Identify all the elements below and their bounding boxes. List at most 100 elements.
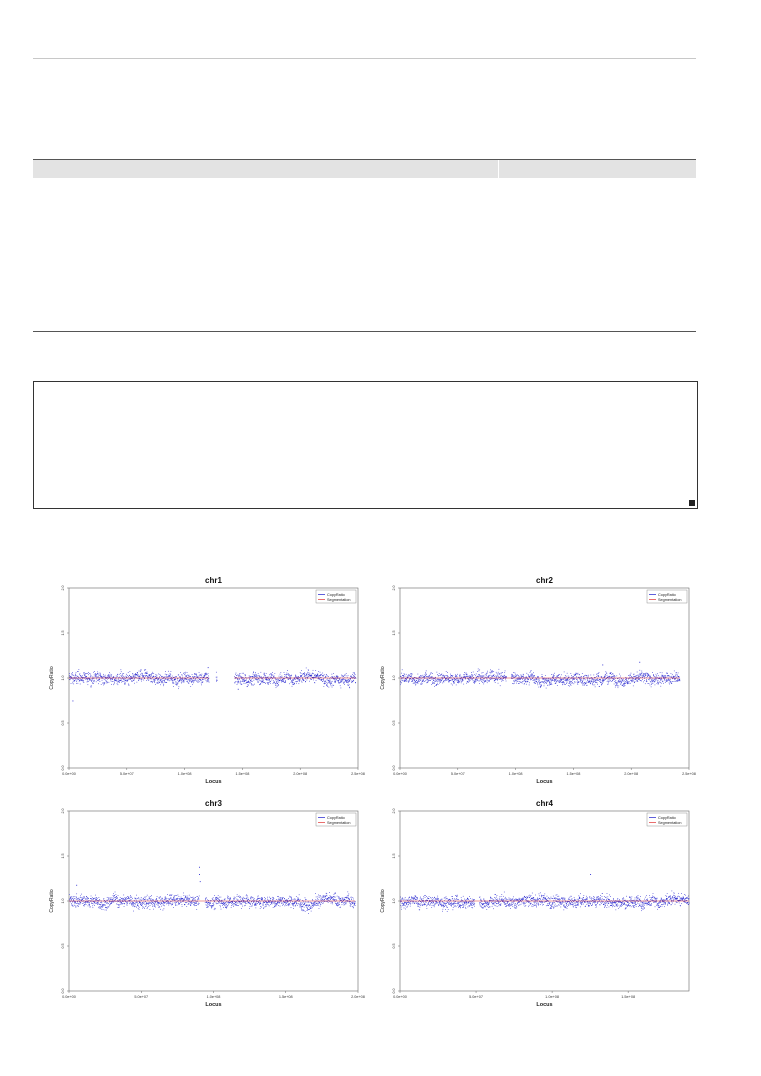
copyratio-point [434, 678, 435, 680]
copyratio-point [152, 671, 154, 673]
copyratio-point [99, 679, 101, 680]
copyratio-point [551, 684, 553, 685]
notes-textarea[interactable] [33, 381, 698, 509]
copyratio-point [290, 901, 291, 903]
copyratio-point [283, 672, 285, 673]
copyratio-point [194, 903, 196, 904]
copyratio-point [322, 897, 324, 898]
copyratio-point [191, 902, 193, 904]
copyratio-point [467, 678, 468, 680]
copyratio-point [188, 676, 189, 678]
copyratio-point [447, 679, 449, 680]
copyratio-point [278, 898, 280, 900]
copyratio-point [299, 680, 301, 682]
copyratio-point [576, 676, 578, 678]
x-tick-label: 2.5e+08 [351, 772, 365, 776]
copyratio-point [193, 898, 195, 899]
copyratio-point [652, 681, 653, 682]
copyratio-point [75, 906, 77, 908]
copyratio-point [301, 680, 303, 682]
copyratio-point [448, 678, 449, 679]
copyratio-point [594, 684, 596, 686]
copyratio-point [117, 906, 119, 908]
copyratio-point [253, 671, 255, 673]
copyratio-point [458, 681, 460, 683]
copyratio-point [264, 673, 265, 675]
copyratio-point [617, 687, 619, 689]
copyratio-point [117, 684, 119, 686]
copyratio-point [667, 678, 669, 680]
copyratio-point [279, 902, 281, 904]
copyratio-point [93, 683, 94, 684]
copyratio-point [186, 676, 187, 677]
copyratio-point [402, 680, 404, 682]
copyratio-point [446, 678, 448, 680]
copyratio-point [278, 684, 279, 685]
copyratio-point [216, 899, 218, 901]
copyratio-point [290, 675, 292, 677]
copyratio-point [163, 676, 164, 678]
copyratio-point [175, 683, 176, 685]
copyratio-point [426, 674, 427, 675]
copyratio-point [260, 671, 262, 673]
copyratio-point [637, 674, 638, 676]
copyratio-point [346, 901, 348, 903]
resize-handle-icon[interactable] [689, 500, 695, 506]
copyratio-point [458, 678, 460, 680]
copyratio-point [303, 910, 305, 911]
copyratio-point [300, 908, 302, 910]
copyratio-point [152, 679, 154, 680]
copyratio-point [312, 669, 314, 671]
copyratio-point [428, 676, 430, 678]
copyratio-point [238, 679, 240, 681]
copyratio-point [93, 903, 95, 905]
y-tick-label: 1.5 [61, 631, 65, 636]
copyratio-point [353, 679, 354, 681]
copyratio-point [540, 681, 542, 683]
copyratio-point [583, 678, 584, 680]
copyratio-point [266, 678, 268, 680]
copyratio-point [214, 907, 216, 909]
copyratio-point [450, 676, 451, 678]
copyratio-point [621, 681, 622, 683]
copyratio-point [335, 678, 336, 680]
copyratio-point [553, 678, 554, 680]
copyratio-point [481, 675, 482, 677]
copyratio-point [273, 897, 275, 899]
copyratio-point [613, 675, 615, 677]
copyratio-point [182, 898, 184, 900]
copyratio-point [300, 674, 302, 676]
copyratio-point [73, 896, 74, 898]
copyratio-point [99, 899, 101, 901]
copyratio-point [139, 901, 141, 903]
copyratio-point [153, 680, 155, 682]
copyratio-point [569, 680, 570, 682]
copyratio-point [312, 678, 314, 679]
copyratio-point [184, 899, 185, 901]
copyratio-point [137, 905, 139, 906]
copyratio-point [292, 898, 294, 900]
copyratio-point [260, 681, 262, 683]
copyratio-point [327, 675, 328, 677]
copyratio-point [341, 680, 343, 682]
copyratio-point [406, 680, 408, 682]
copyratio-point [581, 676, 582, 677]
copyratio-point [586, 675, 588, 677]
copyratio-point [622, 684, 624, 685]
copyratio-point [308, 672, 310, 674]
copyratio-point [348, 899, 350, 901]
copyratio-point [470, 676, 471, 678]
copyratio-point [543, 685, 545, 687]
copyratio-point [634, 680, 636, 682]
copyratio-point [185, 896, 186, 898]
copyratio-point [194, 673, 195, 674]
copyratio-point [99, 681, 101, 682]
legend-label: Segmentation [327, 598, 350, 602]
copyratio-point [676, 673, 678, 675]
copyratio-point [573, 683, 575, 685]
copyratio-point [73, 898, 75, 900]
copyratio-point [652, 680, 654, 682]
copyratio-point [219, 905, 221, 906]
copyratio-point [611, 674, 613, 675]
copyratio-point [150, 674, 151, 676]
